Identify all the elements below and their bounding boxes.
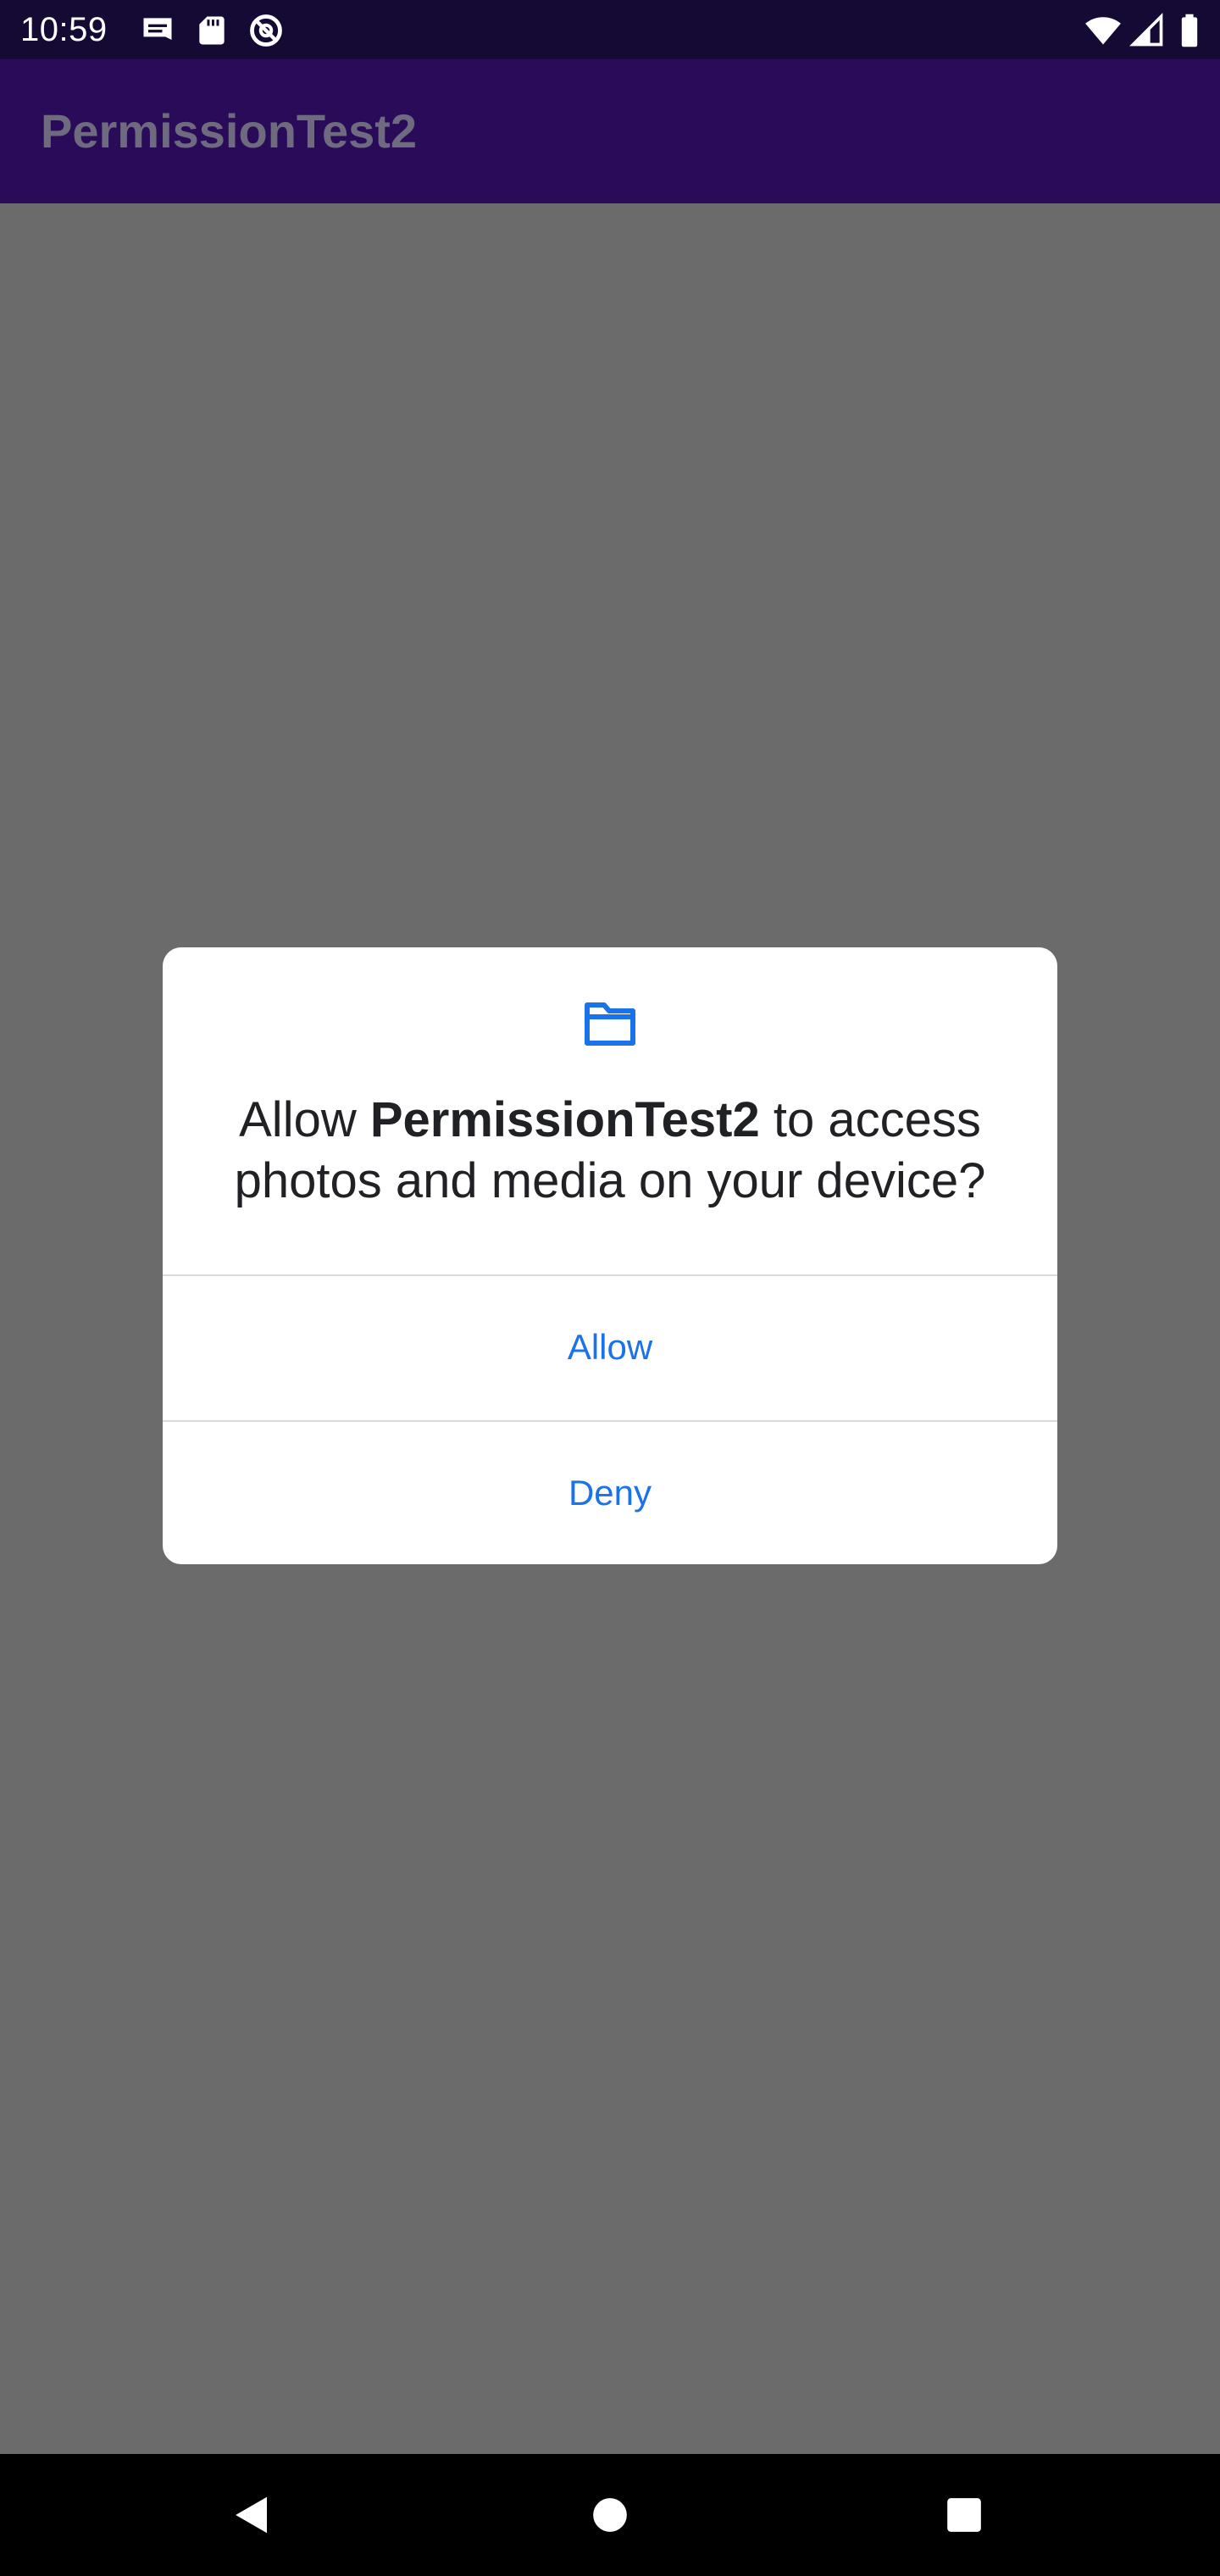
message-prefix: Allow — [239, 1092, 370, 1147]
navigation-bar — [0, 2454, 1220, 2576]
home-icon[interactable] — [581, 2486, 639, 2544]
battery-icon — [1171, 12, 1208, 49]
app-bar: PermissionTest2 — [0, 59, 1220, 203]
no-disturb-icon — [247, 12, 285, 49]
deny-button[interactable]: Deny — [163, 1422, 1057, 1564]
permission-message: Allow PermissionTest2 to access photos a… — [197, 1090, 1023, 1212]
status-bar: 10:59 — [0, 0, 1220, 59]
recents-icon[interactable] — [935, 2486, 993, 2544]
cell-signal-icon — [1128, 12, 1166, 49]
app-title: PermissionTest2 — [41, 104, 418, 158]
wifi-icon — [1084, 12, 1122, 49]
app-name: PermissionTest2 — [369, 1092, 760, 1147]
sd-card-icon — [193, 12, 230, 49]
permission-dialog: Allow PermissionTest2 to access photos a… — [163, 947, 1057, 1564]
folder-icon — [583, 1000, 637, 1047]
notification-message-icon — [139, 12, 176, 49]
allow-button[interactable]: Allow — [163, 1276, 1057, 1418]
status-time: 10:59 — [20, 11, 108, 48]
back-icon[interactable] — [224, 2486, 281, 2544]
